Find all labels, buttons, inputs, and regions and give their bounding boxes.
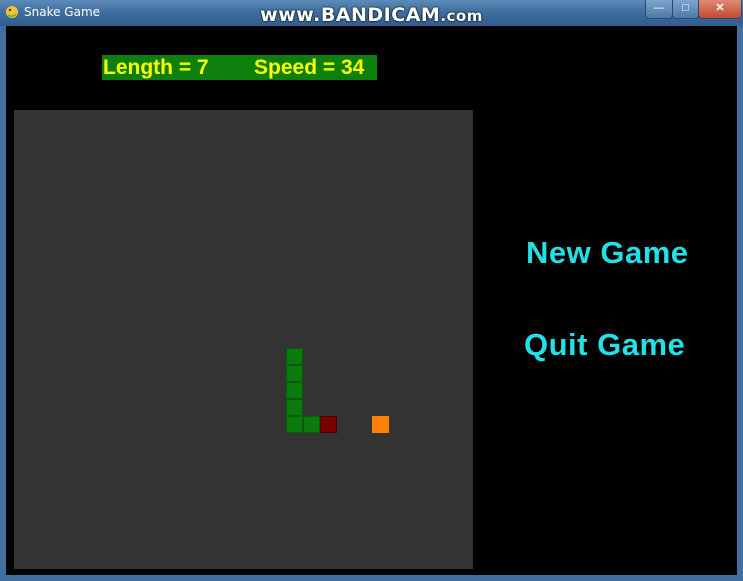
title-bar[interactable]: Snake Game www.BANDICAM.com — □ ✕ [0,0,743,26]
food-item [372,416,389,433]
window-frame-right [737,26,743,581]
snake-segment [286,348,303,365]
quit-game-button[interactable]: Quit Game [524,327,685,363]
length-label: Length = 7 [103,56,209,79]
play-board [14,110,473,569]
minimize-button[interactable]: — [645,0,673,19]
score-bar: Length = 7 Speed = 34 [102,55,377,80]
recording-watermark: www.BANDICAM.com [0,4,743,26]
snake-segment [303,416,320,433]
speed-label: Speed = 34 [254,56,365,79]
snake-segment [286,382,303,399]
game-canvas[interactable]: Length = 7 Speed = 34 New Game Quit Game [6,26,737,575]
watermark-suffix: .com [440,7,483,25]
new-game-button[interactable]: New Game [526,235,689,271]
snake-segment [286,399,303,416]
maximize-button[interactable]: □ [672,0,699,19]
watermark-main: www.BANDICAM [260,4,441,26]
window-frame-bottom [0,575,743,581]
snake-segment [286,416,303,433]
close-button[interactable]: ✕ [698,0,742,19]
snake-head [320,416,337,433]
snake-segment [286,365,303,382]
